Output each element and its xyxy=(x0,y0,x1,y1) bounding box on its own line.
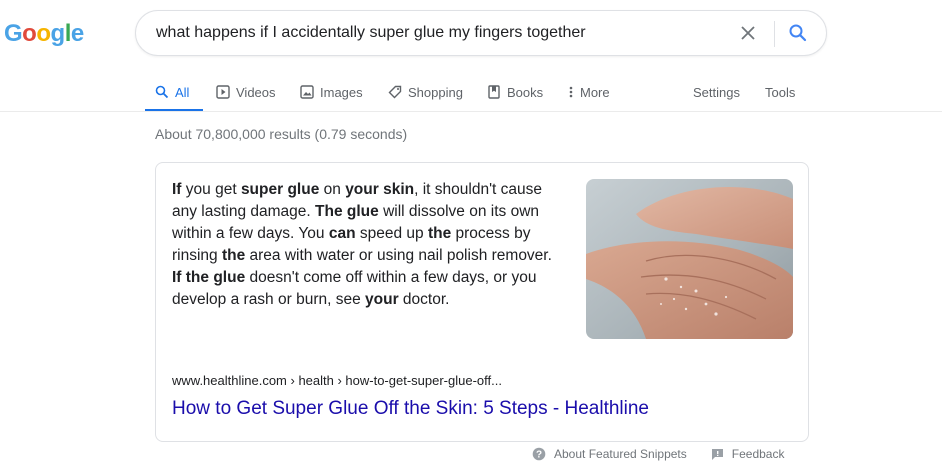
source-breadcrumb[interactable]: www.healthline.com › health › how-to-get… xyxy=(172,373,502,388)
snippet-bold-segment: the xyxy=(221,247,246,264)
google-doodle-logo[interactable]: Google xyxy=(4,18,92,52)
feedback-icon xyxy=(711,448,724,461)
tab-images[interactable]: Images xyxy=(300,72,363,112)
tab-label: More xyxy=(580,84,610,100)
about-featured-snippets-link[interactable]: ? About Featured Snippets xyxy=(532,447,687,461)
snippet-bold-segment: your skin xyxy=(345,181,415,198)
logo-letter: e xyxy=(70,20,84,47)
result-title-link[interactable]: How to Get Super Glue Off the Skin: 5 St… xyxy=(172,398,649,420)
tab-shopping[interactable]: Shopping xyxy=(388,72,463,112)
search-icon xyxy=(155,85,169,99)
feedback-link[interactable]: Feedback xyxy=(711,447,785,461)
tab-label: Images xyxy=(320,84,363,100)
tab-all[interactable]: All xyxy=(145,72,203,112)
svg-text:?: ? xyxy=(536,450,542,461)
snippet-segment: you get xyxy=(181,181,241,198)
result-stats: About 70,800,000 results (0.79 seconds) xyxy=(155,126,408,142)
snippet-bold-segment: the xyxy=(427,225,452,242)
tab-videos[interactable]: Videos xyxy=(216,72,276,112)
close-icon xyxy=(741,26,755,40)
snippet-bold-segment: If the glue xyxy=(172,269,246,286)
snippet-segment: doctor. xyxy=(398,291,450,308)
snippet-segment: speed up xyxy=(355,225,428,242)
tab-books[interactable]: Books xyxy=(487,72,543,112)
tab-more[interactable]: More xyxy=(568,72,610,112)
tab-label: Shopping xyxy=(408,84,463,100)
featured-snippet: If you get super glue on your skin, it s… xyxy=(155,162,809,442)
tools-label: Tools xyxy=(765,84,796,100)
header-divider xyxy=(0,111,942,112)
tools-link[interactable]: Tools xyxy=(765,72,795,112)
snippet-footer: ? About Featured Snippets Feedback xyxy=(532,445,784,463)
tab-label: All xyxy=(175,84,190,100)
snippet-bold-segment: can xyxy=(328,225,356,242)
search-divider xyxy=(774,21,775,47)
tab-label: Books xyxy=(507,84,544,100)
logo-letter: G xyxy=(4,20,23,47)
logo-letter: g xyxy=(50,20,66,47)
snippet-bold-segment: super glue xyxy=(240,181,320,198)
more-vert-icon xyxy=(568,85,574,99)
snippet-bold-segment: The glue xyxy=(315,203,379,220)
logo-letter: o xyxy=(22,20,37,47)
search-icon xyxy=(789,24,807,42)
snippet-segment: area with water or using nail polish rem… xyxy=(245,247,552,264)
snippet-segment: on xyxy=(319,181,346,198)
search-box[interactable]: what happens if I accidentally super glu… xyxy=(135,10,827,56)
snippet-text: If you get super glue on your skin, it s… xyxy=(172,179,552,311)
tag-icon xyxy=(388,85,402,99)
video-icon xyxy=(216,85,230,99)
tab-label: Videos xyxy=(236,84,276,100)
feedback-label: Feedback xyxy=(731,447,785,461)
help-icon: ? xyxy=(532,447,546,461)
settings-label: Settings xyxy=(693,84,740,100)
search-button[interactable] xyxy=(786,21,810,45)
image-icon xyxy=(300,85,314,99)
about-label: About Featured Snippets xyxy=(554,447,687,461)
clear-search-button[interactable] xyxy=(736,21,760,45)
logo-letter: o xyxy=(36,20,51,47)
snippet-bold-segment: your xyxy=(365,291,399,308)
book-icon xyxy=(487,85,501,99)
hands-photo[interactable] xyxy=(586,179,793,339)
settings-link[interactable]: Settings xyxy=(693,72,740,112)
search-tabs: All Videos Images Shopping Books More Se… xyxy=(145,72,942,112)
search-input[interactable]: what happens if I accidentally super glu… xyxy=(156,11,716,55)
